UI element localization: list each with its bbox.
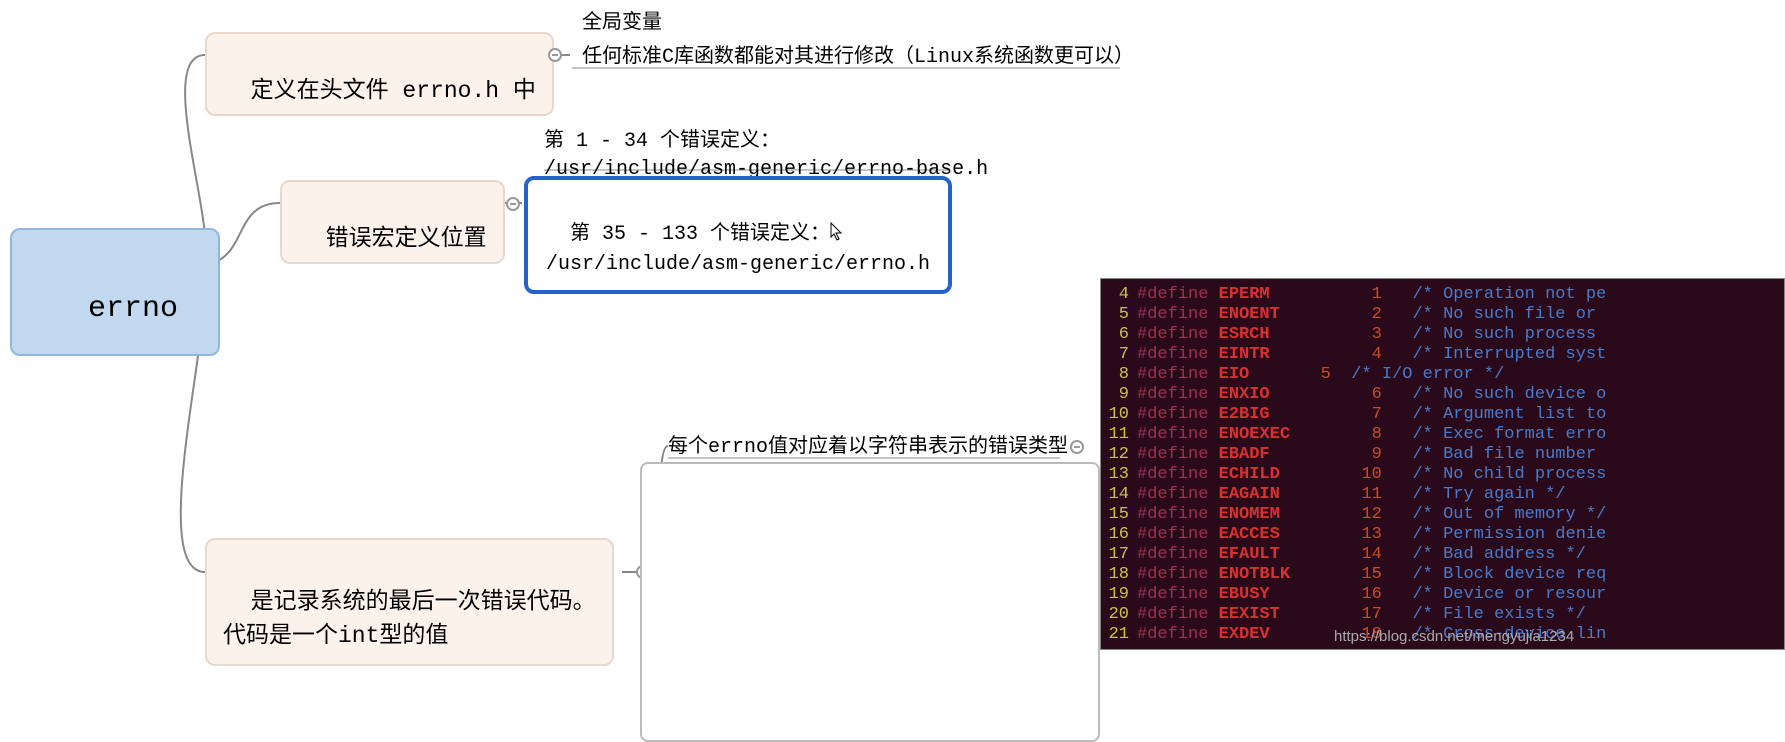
toggle-icon[interactable] bbox=[548, 48, 562, 62]
label-modify-text: 任何标准C库函数都能对其进行修改（Linux系统函数更可以） bbox=[582, 44, 1134, 72]
terminal-row: 8#define EIO 5 /* I/O error */ bbox=[1101, 365, 1784, 385]
toggle-icon[interactable] bbox=[1070, 440, 1084, 454]
terminal-row: 6#define ESRCH 3 /* No such process bbox=[1101, 325, 1784, 345]
root-node-errno[interactable]: errno bbox=[10, 228, 220, 356]
terminal-row: 13#define ECHILD 10 /* No child process bbox=[1101, 465, 1784, 485]
terminal-row: 16#define EACCES 13 /* Permission denie bbox=[1101, 525, 1784, 545]
terminal-row: 9#define ENXIO 6 /* No such device o bbox=[1101, 385, 1784, 405]
terminal-code-window: 4#define EPERM 1 /* Operation not pe5#de… bbox=[1100, 278, 1785, 650]
node-header-def-text: 定义在头文件 errno.h 中 bbox=[251, 78, 536, 104]
watermark-url: https://blog.csdn.net/mengyujia1234 bbox=[1334, 628, 1574, 645]
node-last-err-text: 是记录系统的最后一次错误代码。 代码是一个int型的值 bbox=[223, 589, 596, 650]
terminal-row: 19#define EBUSY 16 /* Device or resour bbox=[1101, 585, 1784, 605]
terminal-row: 7#define EINTR 4 /* Interrupted syst bbox=[1101, 345, 1784, 365]
terminal-row: 20#define EEXIST 17 /* File exists */ bbox=[1101, 605, 1784, 625]
label-global-variable: 全局变量 bbox=[582, 10, 662, 38]
terminal-row: 17#define EFAULT 14 /* Bad address */ bbox=[1101, 545, 1784, 565]
terminal-row: 4#define EPERM 1 /* Operation not pe bbox=[1101, 285, 1784, 305]
terminal-row: 12#define EBADF 9 /* Bad file number bbox=[1101, 445, 1784, 465]
terminal-rows: 4#define EPERM 1 /* Operation not pe5#de… bbox=[1101, 285, 1784, 645]
toggle-icon[interactable] bbox=[506, 197, 520, 211]
terminal-row: 5#define ENOENT 2 /* No such file or bbox=[1101, 305, 1784, 325]
node-last-error[interactable]: 是记录系统的最后一次错误代码。 代码是一个int型的值 bbox=[205, 538, 614, 666]
partial-expanded-box bbox=[640, 462, 1100, 742]
terminal-row: 18#define ENOTBLK 15 /* Block device req bbox=[1101, 565, 1784, 585]
terminal-row: 11#define ENOEXEC 8 /* Exec format erro bbox=[1101, 425, 1784, 445]
node-macro-pos-text: 错误宏定义位置 bbox=[326, 226, 487, 252]
label-error-type: 每个errno值对应着以字符串表示的错误类型 bbox=[668, 434, 1068, 462]
node-header-definition[interactable]: 定义在头文件 errno.h 中 bbox=[205, 32, 554, 116]
node-macro-position[interactable]: 错误宏定义位置 bbox=[280, 180, 505, 264]
label-range2: 第 35 - 133 个错误定义： /usr/include/asm-gener… bbox=[546, 223, 930, 276]
terminal-row: 10#define E2BIG 7 /* Argument list to bbox=[1101, 405, 1784, 425]
selected-node-range2[interactable]: 第 35 - 133 个错误定义： /usr/include/asm-gener… bbox=[524, 176, 952, 294]
terminal-row: 14#define EAGAIN 11 /* Try again */ bbox=[1101, 485, 1784, 505]
root-label: errno bbox=[88, 292, 178, 326]
terminal-row: 15#define ENOMEM 12 /* Out of memory */ bbox=[1101, 505, 1784, 525]
